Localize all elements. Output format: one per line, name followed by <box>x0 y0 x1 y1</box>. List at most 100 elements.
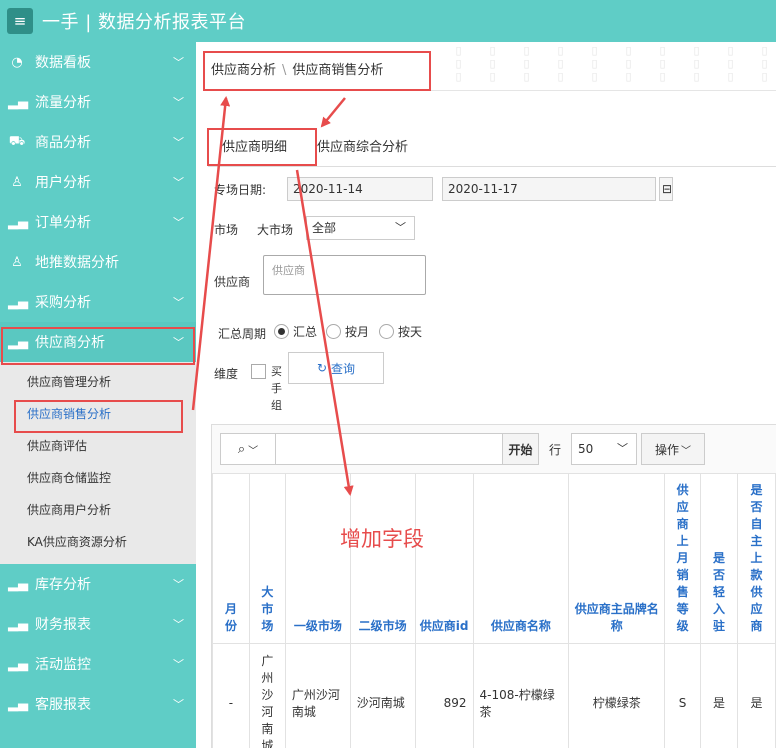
radio-label: 汇总 <box>293 325 318 339</box>
chevron-down-icon: ﹀ <box>173 216 184 229</box>
sidebar-item-finance[interactable]: ▂▄ 财务报表 ﹀ <box>0 604 196 644</box>
sidebar-item-product[interactable]: ⛟ 商品分析 ﹀ <box>0 122 196 162</box>
period-option-total[interactable]: 汇总 <box>274 323 317 340</box>
calendar-icon[interactable]: ⊟ <box>659 177 673 201</box>
column-header-main-brand[interactable]: 供应商主品牌名称 <box>568 473 666 644</box>
radio-icon <box>379 324 394 339</box>
query-button[interactable]: ↻ 查询 <box>288 352 384 384</box>
bar-chart-icon: ▂▄ <box>8 294 28 310</box>
rows-per-page-value: 50 <box>578 442 594 456</box>
radio-icon <box>326 324 341 339</box>
sidebar-item-label: 流量分析 <box>35 95 91 111</box>
annotation-box-sales-submenu <box>14 400 183 433</box>
dimension-label: 维度 <box>214 367 239 381</box>
chevron-down-icon: ﹀ <box>173 176 184 189</box>
grid-search-input[interactable] <box>276 433 503 465</box>
actions-label: 操作 <box>654 442 679 457</box>
period-label: 汇总周期 <box>218 327 267 341</box>
cell-supplier-name: 4-108-柠檬绿茶 <box>472 643 570 748</box>
submenu-item-supplier-evaluation[interactable]: 供应商评估 <box>0 430 196 462</box>
cell-big-market: 广州沙河南城 <box>248 643 286 748</box>
sidebar-item-traffic[interactable]: ▂▄ 流量分析 ﹀ <box>0 82 196 122</box>
refresh-icon: ↻ <box>316 361 328 375</box>
column-header-big-market[interactable]: 大市场 <box>248 473 286 644</box>
column-header-first-market[interactable]: 一级市场 <box>284 473 351 644</box>
annotation-box-breadcrumb <box>203 51 431 91</box>
chevron-down-icon: ﹀ <box>173 698 184 711</box>
supplier-input[interactable]: 供应商 <box>263 255 426 295</box>
top-bar: ≡ 一手 | 数据分析报表平台 <box>0 0 776 42</box>
faded-tab-strip: ▯▯▯ ▯▯▯ ▯▯▯ ▯▯▯ ▯▯▯ ▯▯▯ ▯▯▯ ▯▯▯ ▯▯▯ ▯▯▯ <box>452 44 771 83</box>
data-table: 月份 大市场 一级市场 二级市场 供应商id 供应商名称 供应商主品牌名称 供应… <box>212 473 776 748</box>
rows-per-page-select[interactable]: 50 ﹀ <box>571 433 637 465</box>
radio-label: 按月 <box>345 325 370 339</box>
annotation-note: 增加字段 <box>340 527 424 551</box>
search-column-dropdown[interactable]: ⌕ ﹀ <box>220 433 276 465</box>
cell-self-listing: 是 <box>736 643 776 748</box>
submenu-item-ka-supplier[interactable]: KA供应商资源分析 <box>0 526 196 558</box>
chevron-down-icon: ﹀ <box>173 296 184 309</box>
column-header-self-listing[interactable]: 是否自主上款供应商 <box>736 473 776 644</box>
cell-first-market: 广州沙河南城 <box>284 643 351 748</box>
sidebar-item-order[interactable]: ▂▄ 订单分析 ﹀ <box>0 202 196 242</box>
bar-chart-icon: ▂▄ <box>8 616 28 632</box>
sidebar-item-label: 商品分析 <box>35 135 91 151</box>
sidebar-item-label: 地推数据分析 <box>35 255 119 271</box>
grid-toolbar: ⌕ ﹀ 开始 行 50 ﹀ 操作 ﹀ <box>220 433 705 465</box>
period-option-daily[interactable]: 按天 <box>379 323 422 340</box>
query-button-label: 查询 <box>331 361 356 376</box>
sidebar-item-label: 客服报表 <box>35 697 91 713</box>
annotation-box-supplier-menu <box>1 327 195 365</box>
market-label: 市场 <box>214 223 239 237</box>
column-header-month[interactable]: 月份 <box>212 473 250 644</box>
date-start-input[interactable]: 2020-11-14 <box>287 177 433 201</box>
big-market-select[interactable]: 全部 ﹀ <box>306 216 415 240</box>
tab-supplier-summary[interactable]: 供应商综合分析 <box>317 128 408 168</box>
bar-chart-icon: ▂▄ <box>8 656 28 672</box>
divider <box>208 166 776 167</box>
column-header-second-market[interactable]: 二级市场 <box>349 473 416 644</box>
chevron-down-icon: ﹀ <box>173 136 184 149</box>
dimension-buyer-group-checkbox[interactable] <box>251 364 266 379</box>
cell-main-brand: 柠檬绿茶 <box>568 643 666 748</box>
submenu-item-supplier-users[interactable]: 供应商用户分析 <box>0 494 196 526</box>
user-icon: ♙ <box>11 174 23 190</box>
column-header-light-settled[interactable]: 是否轻入驻 <box>700 473 738 644</box>
user-add-icon: ♙ <box>11 254 23 270</box>
column-header-last-month-grade[interactable]: 供应商上月销售等级 <box>664 473 702 644</box>
bar-chart-icon: ▂▄ <box>8 576 28 592</box>
sidebar-item-user[interactable]: ♙ 用户分析 ﹀ <box>0 162 196 202</box>
sidebar-item-label: 财务报表 <box>35 617 91 633</box>
date-end-input[interactable]: 2020-11-17 <box>442 177 656 201</box>
sidebar-item-dashboard[interactable]: ◔ 数据看板 ﹀ <box>0 42 196 82</box>
sidebar-item-label: 活动监控 <box>35 657 91 673</box>
bar-chart-icon: ▂▄ <box>8 94 28 110</box>
date-label: 专场日期: <box>214 183 267 197</box>
chevron-down-icon: ﹀ <box>395 221 406 234</box>
submenu-item-supplier-warehouse[interactable]: 供应商仓储监控 <box>0 462 196 494</box>
submenu-item-supplier-management[interactable]: 供应商管理分析 <box>0 366 196 398</box>
chevron-down-icon: ﹀ <box>248 445 259 457</box>
sidebar-item-inventory[interactable]: ▂▄ 库存分析 ﹀ <box>0 564 196 604</box>
chevron-down-icon: ﹀ <box>617 442 628 455</box>
column-header-supplier-name[interactable]: 供应商名称 <box>472 473 570 644</box>
sidebar-item-activity[interactable]: ▂▄ 活动监控 ﹀ <box>0 644 196 684</box>
start-search-button[interactable]: 开始 <box>503 433 539 465</box>
annotation-box-detail-tab <box>207 128 317 166</box>
sidebar-item-ground-promo[interactable]: ♙ 地推数据分析 <box>0 242 196 282</box>
column-header-supplier-id[interactable]: 供应商id <box>414 473 474 644</box>
period-option-monthly[interactable]: 按月 <box>326 323 369 340</box>
bar-chart-icon: ▂▄ <box>8 214 28 230</box>
search-icon: ⌕ <box>237 441 246 457</box>
sidebar-item-customer-service[interactable]: ▂▄ 客服报表 ﹀ <box>0 684 196 724</box>
cell-supplier-id: 892 <box>414 643 474 748</box>
sidebar-item-purchase[interactable]: ▂▄ 采购分析 ﹀ <box>0 282 196 322</box>
big-market-label: 大市场 <box>257 223 294 237</box>
sidebar-item-label: 订单分析 <box>35 215 91 231</box>
hamburger-menu-icon[interactable]: ≡ <box>7 8 33 34</box>
cell-second-market: 沙河南城 <box>349 643 416 748</box>
app-title: 一手 | 数据分析报表平台 <box>42 12 247 33</box>
cell-month: - <box>212 643 250 748</box>
chevron-down-icon: ﹀ <box>681 445 691 457</box>
actions-menu-button[interactable]: 操作 ﹀ <box>641 433 705 465</box>
